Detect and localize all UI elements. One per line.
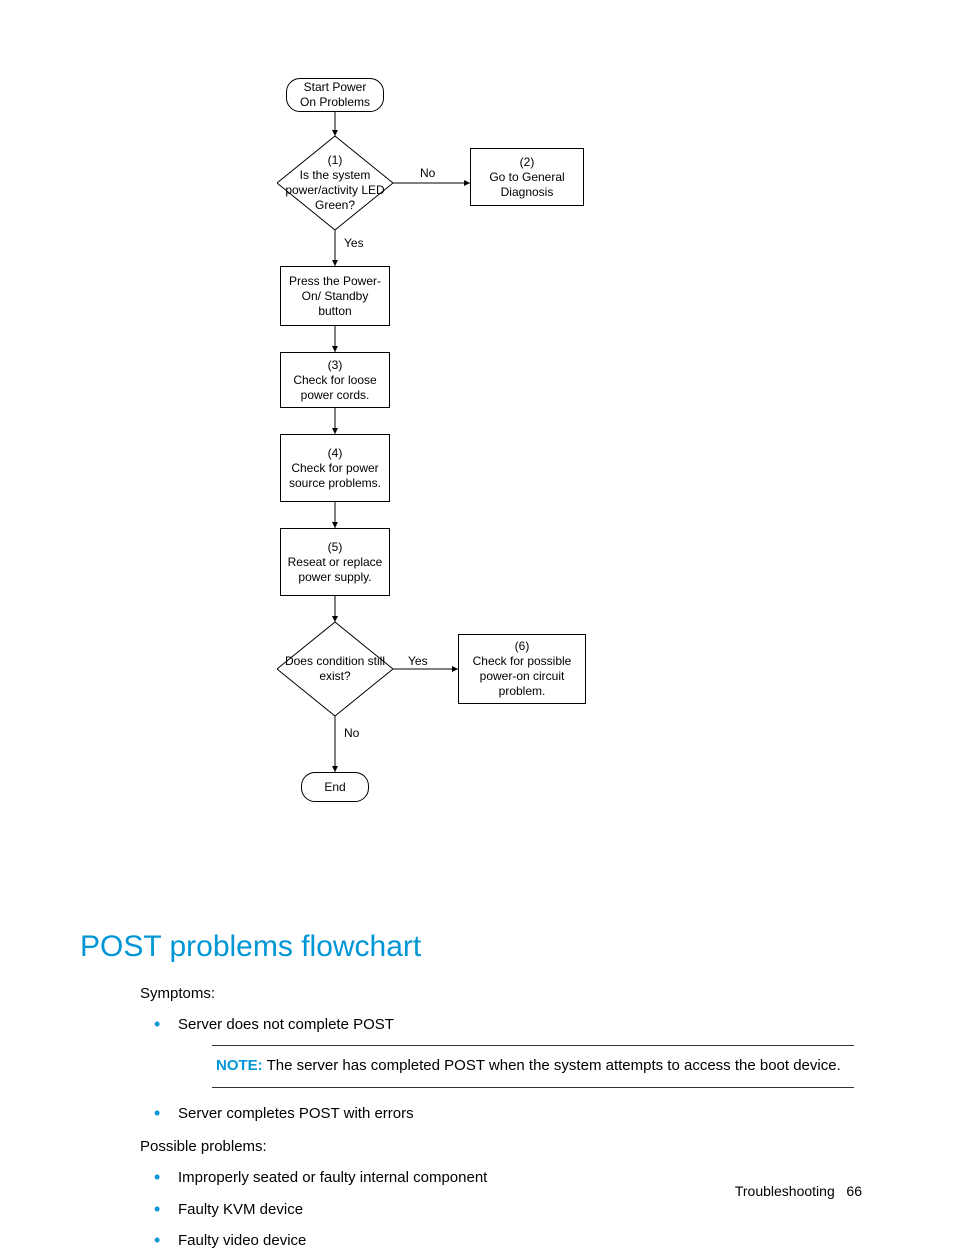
note-label: NOTE: (216, 1057, 263, 1074)
flow-label-no-1: No (420, 166, 435, 180)
footer-section-name: Troubleshooting (735, 1183, 835, 1199)
note-text: The server has completed POST when the s… (263, 1057, 841, 1074)
flow-end: End (301, 772, 369, 802)
list-item: Faulty KVM device (178, 1198, 854, 1221)
flow-process-2: (2) Go to General Diagnosis (470, 148, 584, 206)
flow-process-4: (4) Check for power source problems. (280, 434, 390, 502)
list-item: Server does not complete POST NOTE: The … (178, 1013, 854, 1088)
symptoms-label: Symptoms: (140, 982, 854, 1005)
flow-decision-2: Does condition still exist? (277, 622, 393, 716)
flow-process-6: (6) Check for possible power-on circuit … (458, 634, 586, 704)
flowchart-arrows (180, 70, 660, 910)
flow-label-yes-1: Yes (344, 236, 364, 250)
flow-process-3: (3) Check for loose power cords. (280, 352, 390, 408)
possible-problems-list: Improperly seated or faulty internal com… (140, 1166, 854, 1252)
flow-process-press: Press the Power-On/ Standby button (280, 266, 390, 326)
section-heading: POST problems flowchart (80, 930, 864, 964)
list-item: Server completes POST with errors (178, 1102, 854, 1125)
page-footer: Troubleshooting 66 (735, 1183, 862, 1199)
body-content: Symptoms: Server does not complete POST … (140, 982, 854, 1252)
flowchart-diagram: Start Power On Problems (1) Is the syste… (180, 70, 660, 910)
flow-start: Start Power On Problems (286, 78, 384, 112)
flow-decision-1: (1) Is the system power/activity LED Gre… (277, 136, 393, 230)
symptoms-list: Server does not complete POST NOTE: The … (140, 1013, 854, 1125)
note-block: NOTE: The server has completed POST when… (212, 1045, 854, 1088)
flow-label-yes-2: Yes (408, 654, 428, 668)
flow-process-5: (5) Reseat or replace power supply. (280, 528, 390, 596)
list-item: Faulty video device (178, 1229, 854, 1252)
document-page: Start Power On Problems (1) Is the syste… (0, 0, 954, 1235)
possible-problems-label: Possible problems: (140, 1135, 854, 1158)
footer-page-number: 66 (846, 1183, 862, 1199)
flow-label-no-2: No (344, 726, 359, 740)
